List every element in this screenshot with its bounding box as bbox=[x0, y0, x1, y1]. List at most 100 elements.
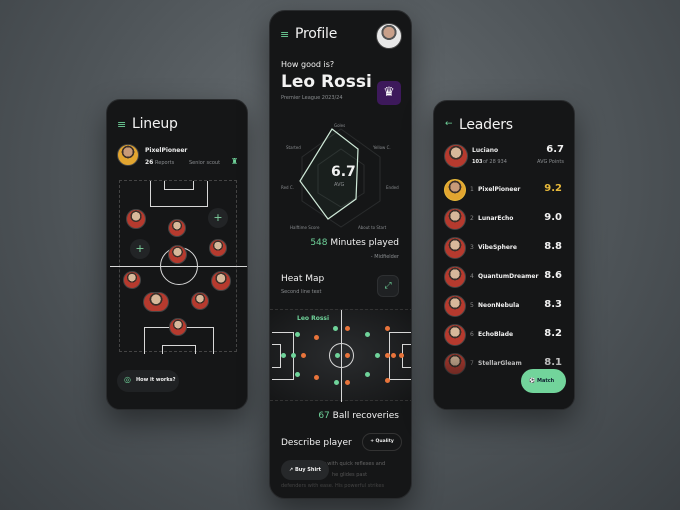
describe-title: Describe player bbox=[281, 438, 352, 448]
quality-label: Quality bbox=[375, 439, 394, 444]
player-avatar[interactable] bbox=[126, 209, 146, 229]
player-avatar[interactable] bbox=[168, 245, 187, 264]
avg-value: 6.7 bbox=[331, 164, 356, 180]
my-score-label: AVG Points bbox=[536, 159, 564, 165]
leader-avatar bbox=[444, 324, 466, 346]
heatmap-dot bbox=[335, 353, 340, 358]
minutes-played: 548 Minutes played bbox=[310, 238, 399, 248]
heatmap-title: Heat Map bbox=[281, 274, 325, 284]
leader-score: 8.6 bbox=[544, 270, 562, 281]
radar-label: Red C. bbox=[281, 185, 294, 190]
leader-score: 9.0 bbox=[544, 212, 562, 223]
player-avatar[interactable] bbox=[168, 219, 186, 237]
question: How good is? bbox=[281, 60, 335, 69]
my-rank: 103 bbox=[472, 159, 483, 165]
radar-label: About to Start bbox=[358, 225, 387, 230]
leader-name: VibeSphere bbox=[478, 244, 517, 251]
expand-button[interactable]: ⤢ bbox=[377, 275, 399, 297]
player-avatar[interactable] bbox=[209, 239, 227, 257]
player-name: Leo Rossi bbox=[281, 72, 372, 92]
player-avatar[interactable] bbox=[191, 292, 209, 310]
add-player-button[interactable]: + bbox=[130, 239, 150, 259]
heatmap-dot bbox=[385, 378, 390, 383]
leader-name: EchoBlade bbox=[478, 331, 514, 338]
profile-avatar[interactable] bbox=[376, 23, 402, 49]
avg-label: AVG bbox=[334, 182, 345, 188]
profile-screen: ≡ Profile How good is? Leo Rossi Premier… bbox=[269, 10, 412, 499]
heatmap-dot bbox=[301, 353, 306, 358]
heatmap-dot bbox=[375, 353, 380, 358]
my-name: Luciano bbox=[472, 147, 499, 154]
menu-icon[interactable]: ≡ bbox=[280, 28, 289, 41]
leader-score: 9.2 bbox=[544, 183, 562, 194]
leader-rank: 6 bbox=[470, 331, 474, 338]
reports-count: 26 bbox=[145, 159, 154, 166]
leader-rank: 2 bbox=[470, 215, 474, 222]
lineup-screen: ≡ Lineup PixelPioneer 26 Reports Senior … bbox=[106, 99, 248, 410]
player-avatar[interactable] bbox=[211, 271, 231, 291]
role-label: Senior scout bbox=[189, 160, 221, 166]
user-name: PixelPioneer bbox=[145, 147, 188, 154]
player-avatar[interactable] bbox=[123, 271, 141, 289]
my-rank-total: of 28 934 bbox=[483, 159, 507, 165]
leader-score: 8.3 bbox=[544, 299, 562, 310]
heatmap-dot bbox=[333, 326, 338, 331]
ball-recoveries: 67 Ball recoveries bbox=[318, 411, 399, 421]
minutes-value: 548 bbox=[310, 238, 328, 248]
page-title: Profile bbox=[295, 26, 338, 42]
leader-row[interactable]: 2 LunarEcho 9.0 bbox=[442, 208, 566, 232]
leader-row[interactable]: 3 VibeSphere 8.8 bbox=[442, 237, 566, 261]
leader-rank: 4 bbox=[470, 273, 474, 280]
back-arrow-icon[interactable]: ← bbox=[445, 119, 453, 129]
trophy-icon: ♜ bbox=[231, 157, 239, 166]
leader-avatar bbox=[444, 237, 466, 259]
leader-row[interactable]: 1 PixelPioneer 9.2 bbox=[442, 179, 566, 203]
heatmap-dot bbox=[365, 332, 370, 337]
quality-button[interactable]: + Quality bbox=[362, 433, 402, 451]
add-player-button[interactable]: + bbox=[208, 208, 228, 228]
leader-avatar bbox=[444, 179, 466, 201]
leader-rank: 5 bbox=[470, 302, 474, 309]
premier-league-logo: ♛ bbox=[377, 81, 401, 105]
leader-avatar bbox=[444, 266, 466, 288]
leader-row[interactable]: 5 NeonNebula 8.3 bbox=[442, 295, 566, 319]
radar-label: Started bbox=[286, 145, 301, 150]
radar-label: Halftime Score bbox=[290, 225, 320, 230]
heatmap-dot bbox=[314, 375, 319, 380]
description-text: he glides past bbox=[332, 472, 368, 478]
leader-avatar bbox=[444, 295, 466, 317]
goalkeeper-avatar[interactable] bbox=[169, 318, 187, 336]
league-season: Premier League 2023/24 bbox=[281, 95, 343, 101]
buy-shirt-button[interactable]: ↗ Buy Shirt bbox=[281, 460, 329, 480]
leaders-screen: ← Leaders Luciano 103 of 28 934 6.7 AVG … bbox=[433, 100, 575, 410]
page-title: Leaders bbox=[459, 117, 513, 133]
leader-row[interactable]: 4 QuantumDreamer 8.6 bbox=[442, 266, 566, 290]
how-it-works-button[interactable]: ◎ How it works? bbox=[117, 370, 179, 392]
radar-label: Ended bbox=[386, 185, 399, 190]
reports-label: Reports bbox=[155, 160, 175, 166]
player-avatar[interactable] bbox=[143, 292, 169, 312]
heatmap-pitch: Leo Rossi bbox=[270, 309, 411, 402]
leader-row[interactable]: 6 EchoBlade 8.2 bbox=[442, 324, 566, 348]
recoveries-label: Ball recoveries bbox=[332, 411, 399, 421]
heatmap-dot bbox=[295, 372, 300, 377]
heatmap-dot bbox=[385, 326, 390, 331]
position-label: - Midfielder bbox=[370, 254, 399, 260]
radar-label: Yellow C. bbox=[373, 145, 391, 150]
heatmap-dot bbox=[334, 380, 339, 385]
leader-name: NeonNebula bbox=[478, 302, 520, 309]
heatmap-dot bbox=[345, 326, 350, 331]
heatmap-dot bbox=[291, 353, 296, 358]
heatmap-dot bbox=[295, 332, 300, 337]
leader-avatar bbox=[444, 208, 466, 230]
minutes-label: Minutes played bbox=[330, 238, 399, 248]
leader-name: PixelPioneer bbox=[478, 186, 521, 193]
match-label: Match bbox=[536, 378, 555, 384]
heatmap-dot bbox=[385, 353, 390, 358]
leader-rank: 3 bbox=[470, 244, 474, 251]
menu-icon[interactable]: ≡ bbox=[117, 118, 126, 131]
heatmap-dot bbox=[391, 353, 396, 358]
match-button[interactable]: ⚽ Match bbox=[521, 369, 566, 393]
heatmap-dot bbox=[345, 380, 350, 385]
help-icon: ◎ bbox=[124, 375, 131, 384]
